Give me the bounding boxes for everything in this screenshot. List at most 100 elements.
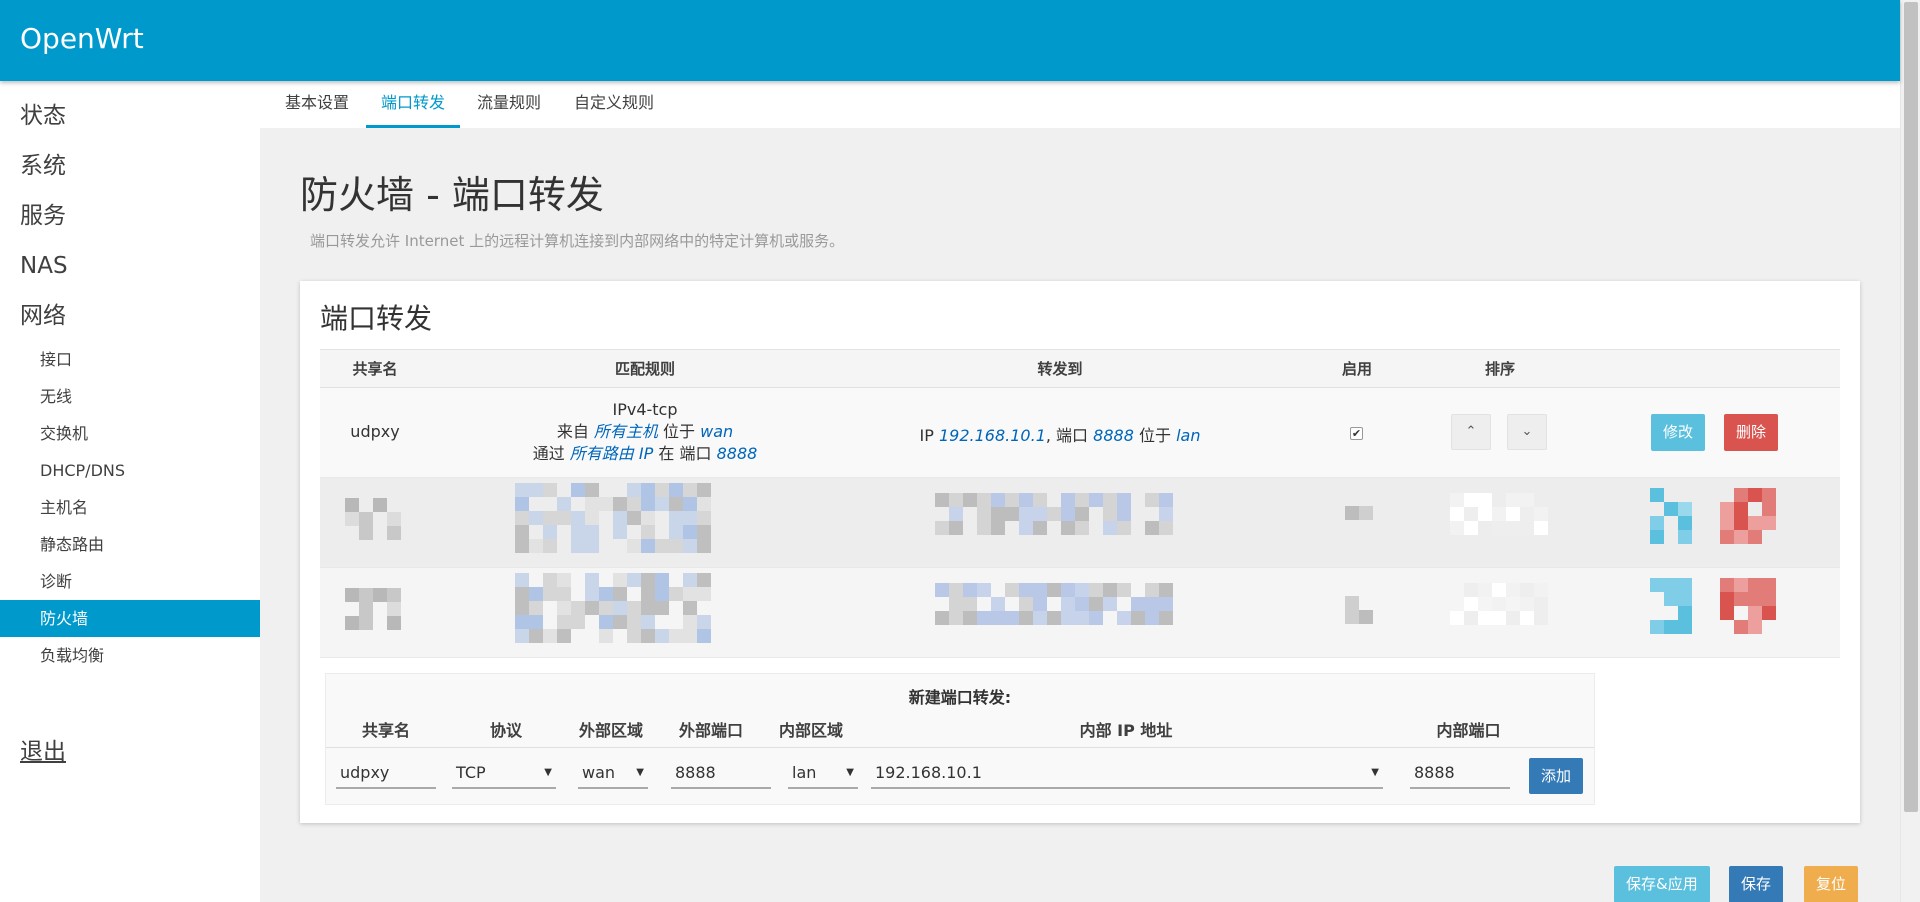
redacted-pixel bbox=[683, 511, 697, 525]
redacted-pixel bbox=[627, 573, 641, 587]
nav-hostnames[interactable]: 主机名 bbox=[0, 489, 260, 526]
src-zone: wan bbox=[700, 422, 734, 441]
redacted-pixel bbox=[991, 597, 1005, 611]
redacted-pixel bbox=[627, 483, 641, 497]
nav-interfaces[interactable]: 接口 bbox=[0, 341, 260, 378]
nav-wireless[interactable]: 无线 bbox=[0, 378, 260, 415]
redacted-pixel bbox=[515, 587, 529, 601]
redacted-pixel bbox=[977, 583, 991, 597]
redacted-pixel bbox=[1506, 507, 1520, 521]
int-zone-select[interactable]: lan ▼ bbox=[788, 757, 858, 789]
redacted-pixel bbox=[1117, 507, 1131, 521]
name-input[interactable]: udpxy bbox=[336, 757, 436, 789]
via-prefix: 通过 bbox=[532, 444, 565, 463]
int-port-input[interactable]: 8888 bbox=[1410, 757, 1510, 789]
redacted-pixel bbox=[529, 511, 543, 525]
save-apply-button[interactable]: 保存&应用 bbox=[1614, 866, 1710, 902]
redacted-pixel bbox=[529, 539, 543, 553]
ext-port-input[interactable]: 8888 bbox=[671, 757, 771, 789]
new-col-ext-zone: 外部区域 bbox=[578, 721, 643, 740]
port-word: 端口 bbox=[679, 444, 712, 463]
redacted-pixel bbox=[1047, 583, 1061, 597]
redacted-pixel bbox=[627, 539, 641, 553]
redacted-pixel bbox=[627, 629, 641, 643]
redacted-pixel bbox=[1075, 493, 1089, 507]
redacted-pixel bbox=[1450, 507, 1464, 521]
redacted-pixel bbox=[1345, 596, 1359, 610]
redacted-pixel bbox=[683, 539, 697, 553]
redacted-pixel bbox=[1089, 597, 1103, 611]
tab-traffic-rules[interactable]: 流量规则 bbox=[462, 81, 556, 128]
redacted-pixel bbox=[991, 493, 1005, 507]
dropdown-arrow-icon: ▼ bbox=[636, 767, 644, 778]
redacted-pixel bbox=[1506, 521, 1520, 535]
nav-firewall[interactable]: 防火墙 bbox=[0, 600, 260, 637]
redacted-pixel bbox=[1145, 611, 1159, 625]
reset-button[interactable]: 复位 bbox=[1804, 866, 1859, 902]
nav-dhcp-dns[interactable]: DHCP/DNS bbox=[0, 452, 260, 489]
redacted-pixel bbox=[515, 615, 529, 629]
tab-port-forwards[interactable]: 端口转发 bbox=[366, 81, 461, 128]
ext-zone-select[interactable]: wan ▼ bbox=[578, 757, 648, 789]
redacted-pixel bbox=[529, 483, 543, 497]
redacted-pixel bbox=[1117, 521, 1131, 535]
dest-port: 8888 bbox=[1093, 426, 1134, 445]
rule-via: 通过 所有路由 IP 在 端口 8888 bbox=[495, 443, 795, 465]
redacted-pixel bbox=[1033, 611, 1047, 625]
nav-network[interactable]: 网络 bbox=[0, 291, 260, 341]
nav-system[interactable]: 系统 bbox=[0, 141, 260, 191]
redacted-pixel bbox=[641, 601, 655, 615]
redacted-pixel bbox=[641, 497, 655, 511]
nav-services[interactable]: 服务 bbox=[0, 191, 260, 241]
redacted-pixel bbox=[613, 615, 627, 629]
redacted-pixel bbox=[1075, 507, 1089, 521]
tab-custom-rules[interactable]: 自定义规则 bbox=[559, 81, 669, 128]
redacted-pixel bbox=[697, 587, 711, 601]
scrollbar-thumb[interactable] bbox=[1904, 2, 1918, 812]
enabled-checkbox[interactable]: ✔ bbox=[1350, 427, 1363, 440]
redacted-pixel bbox=[585, 601, 599, 615]
redacted-pixel bbox=[641, 615, 655, 629]
nav-switch[interactable]: 交换机 bbox=[0, 415, 260, 452]
redacted-pixel bbox=[991, 521, 1005, 535]
top-header: OpenWrt bbox=[0, 0, 1900, 81]
redacted-pixel bbox=[557, 601, 571, 615]
brand-logo[interactable]: OpenWrt bbox=[20, 22, 144, 55]
move-up-button[interactable]: ⌃ bbox=[1451, 414, 1491, 450]
edit-button[interactable]: 修改 bbox=[1651, 414, 1706, 451]
redacted-pixel bbox=[1131, 611, 1145, 625]
add-button[interactable]: 添加 bbox=[1529, 758, 1584, 794]
scrollbar[interactable] bbox=[1900, 0, 1920, 902]
redacted-pixel bbox=[1520, 493, 1534, 507]
redacted-pixel bbox=[359, 588, 373, 602]
redacted-pixel bbox=[683, 629, 697, 643]
tab-general[interactable]: 基本设置 bbox=[270, 81, 364, 128]
int-ip-select[interactable]: 192.168.10.1 ▼ bbox=[871, 757, 1383, 789]
delete-button[interactable]: 删除 bbox=[1724, 414, 1779, 451]
redacted-pixel bbox=[599, 615, 613, 629]
redacted-pixel bbox=[1131, 597, 1145, 611]
nav-nas[interactable]: NAS bbox=[0, 241, 260, 291]
redacted-pixel bbox=[697, 615, 711, 629]
redacted-pixel bbox=[697, 525, 711, 539]
nav-diagnostics[interactable]: 诊断 bbox=[0, 563, 260, 600]
move-down-button[interactable]: ⌄ bbox=[1507, 414, 1547, 450]
redacted-pixel bbox=[1748, 516, 1762, 530]
redacted-pixel bbox=[613, 601, 627, 615]
redacted-pixel bbox=[683, 587, 697, 601]
redacted-pixel bbox=[1103, 493, 1117, 507]
nav-load-balancing[interactable]: 负载均衡 bbox=[0, 637, 260, 674]
at-word: 在 bbox=[658, 444, 675, 463]
save-button[interactable]: 保存 bbox=[1729, 866, 1784, 902]
nav-static-routes[interactable]: 静态路由 bbox=[0, 526, 260, 563]
located-word: 位于 bbox=[663, 422, 696, 441]
redacted-pixel bbox=[529, 601, 543, 615]
logout-link[interactable]: 退出 bbox=[0, 732, 260, 766]
redacted-pixel bbox=[585, 587, 599, 601]
nav-status[interactable]: 状态 bbox=[0, 91, 260, 141]
redacted-pixel bbox=[1734, 488, 1748, 502]
redacted-pixel bbox=[1061, 583, 1075, 597]
redacted-pixel bbox=[1075, 583, 1089, 597]
protocol-select[interactable]: TCP ▼ bbox=[452, 757, 556, 789]
redacted-pixel bbox=[1650, 578, 1664, 592]
